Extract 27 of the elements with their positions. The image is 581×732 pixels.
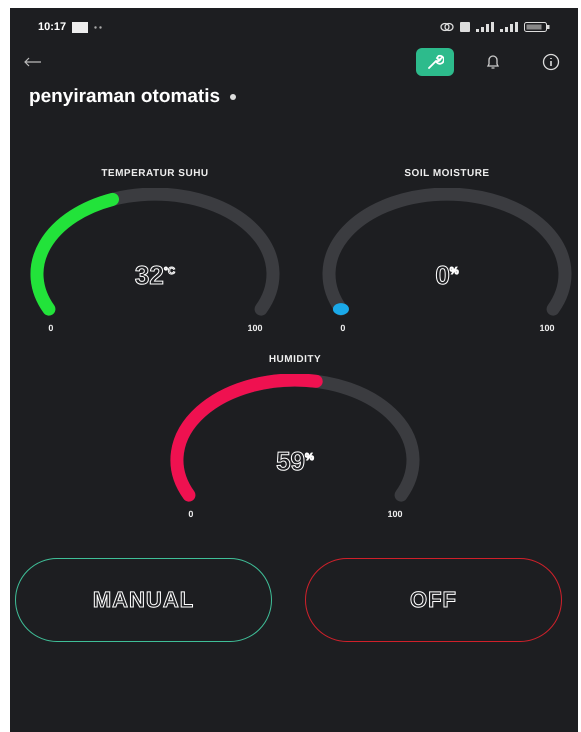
link-icon bbox=[440, 22, 454, 32]
wrench-button[interactable] bbox=[416, 48, 454, 76]
device-title: penyiraman otomatis bbox=[29, 86, 220, 108]
gauge-max-label: 100 bbox=[540, 323, 555, 334]
mode-button[interactable]: MANUAL bbox=[15, 558, 272, 642]
signal-icon bbox=[500, 22, 518, 32]
gauge-max-label: 100 bbox=[388, 509, 403, 520]
more-icon bbox=[94, 26, 102, 28]
gauge-max-label: 100 bbox=[248, 323, 263, 334]
back-arrow-icon[interactable] bbox=[24, 57, 42, 67]
gauge-title: HUMIDITY bbox=[268, 354, 322, 367]
gauge-title: TEMPERATUR SUHU bbox=[101, 168, 209, 181]
status-dot bbox=[230, 94, 236, 100]
gauge-value: 0$^{%}$ bbox=[435, 260, 459, 290]
battery-icon bbox=[524, 22, 550, 32]
status-time: 10:17 bbox=[38, 21, 66, 33]
signal-icon bbox=[476, 22, 494, 32]
mode-button[interactable]: OFF bbox=[305, 558, 562, 642]
gauge-title: SOIL MOISTURE bbox=[404, 168, 490, 181]
gauge-value: 32$^{°C}$ bbox=[134, 260, 176, 290]
gauge-min-label: 0 bbox=[48, 323, 54, 334]
gauge-min-label: 0 bbox=[340, 323, 346, 334]
gauge-value: 59$^{%}$ bbox=[276, 446, 314, 476]
info-icon bbox=[542, 53, 560, 71]
notifications-icon bbox=[485, 54, 501, 70]
gauge-min-label: 0 bbox=[188, 509, 194, 520]
wrench-icon bbox=[426, 53, 444, 71]
